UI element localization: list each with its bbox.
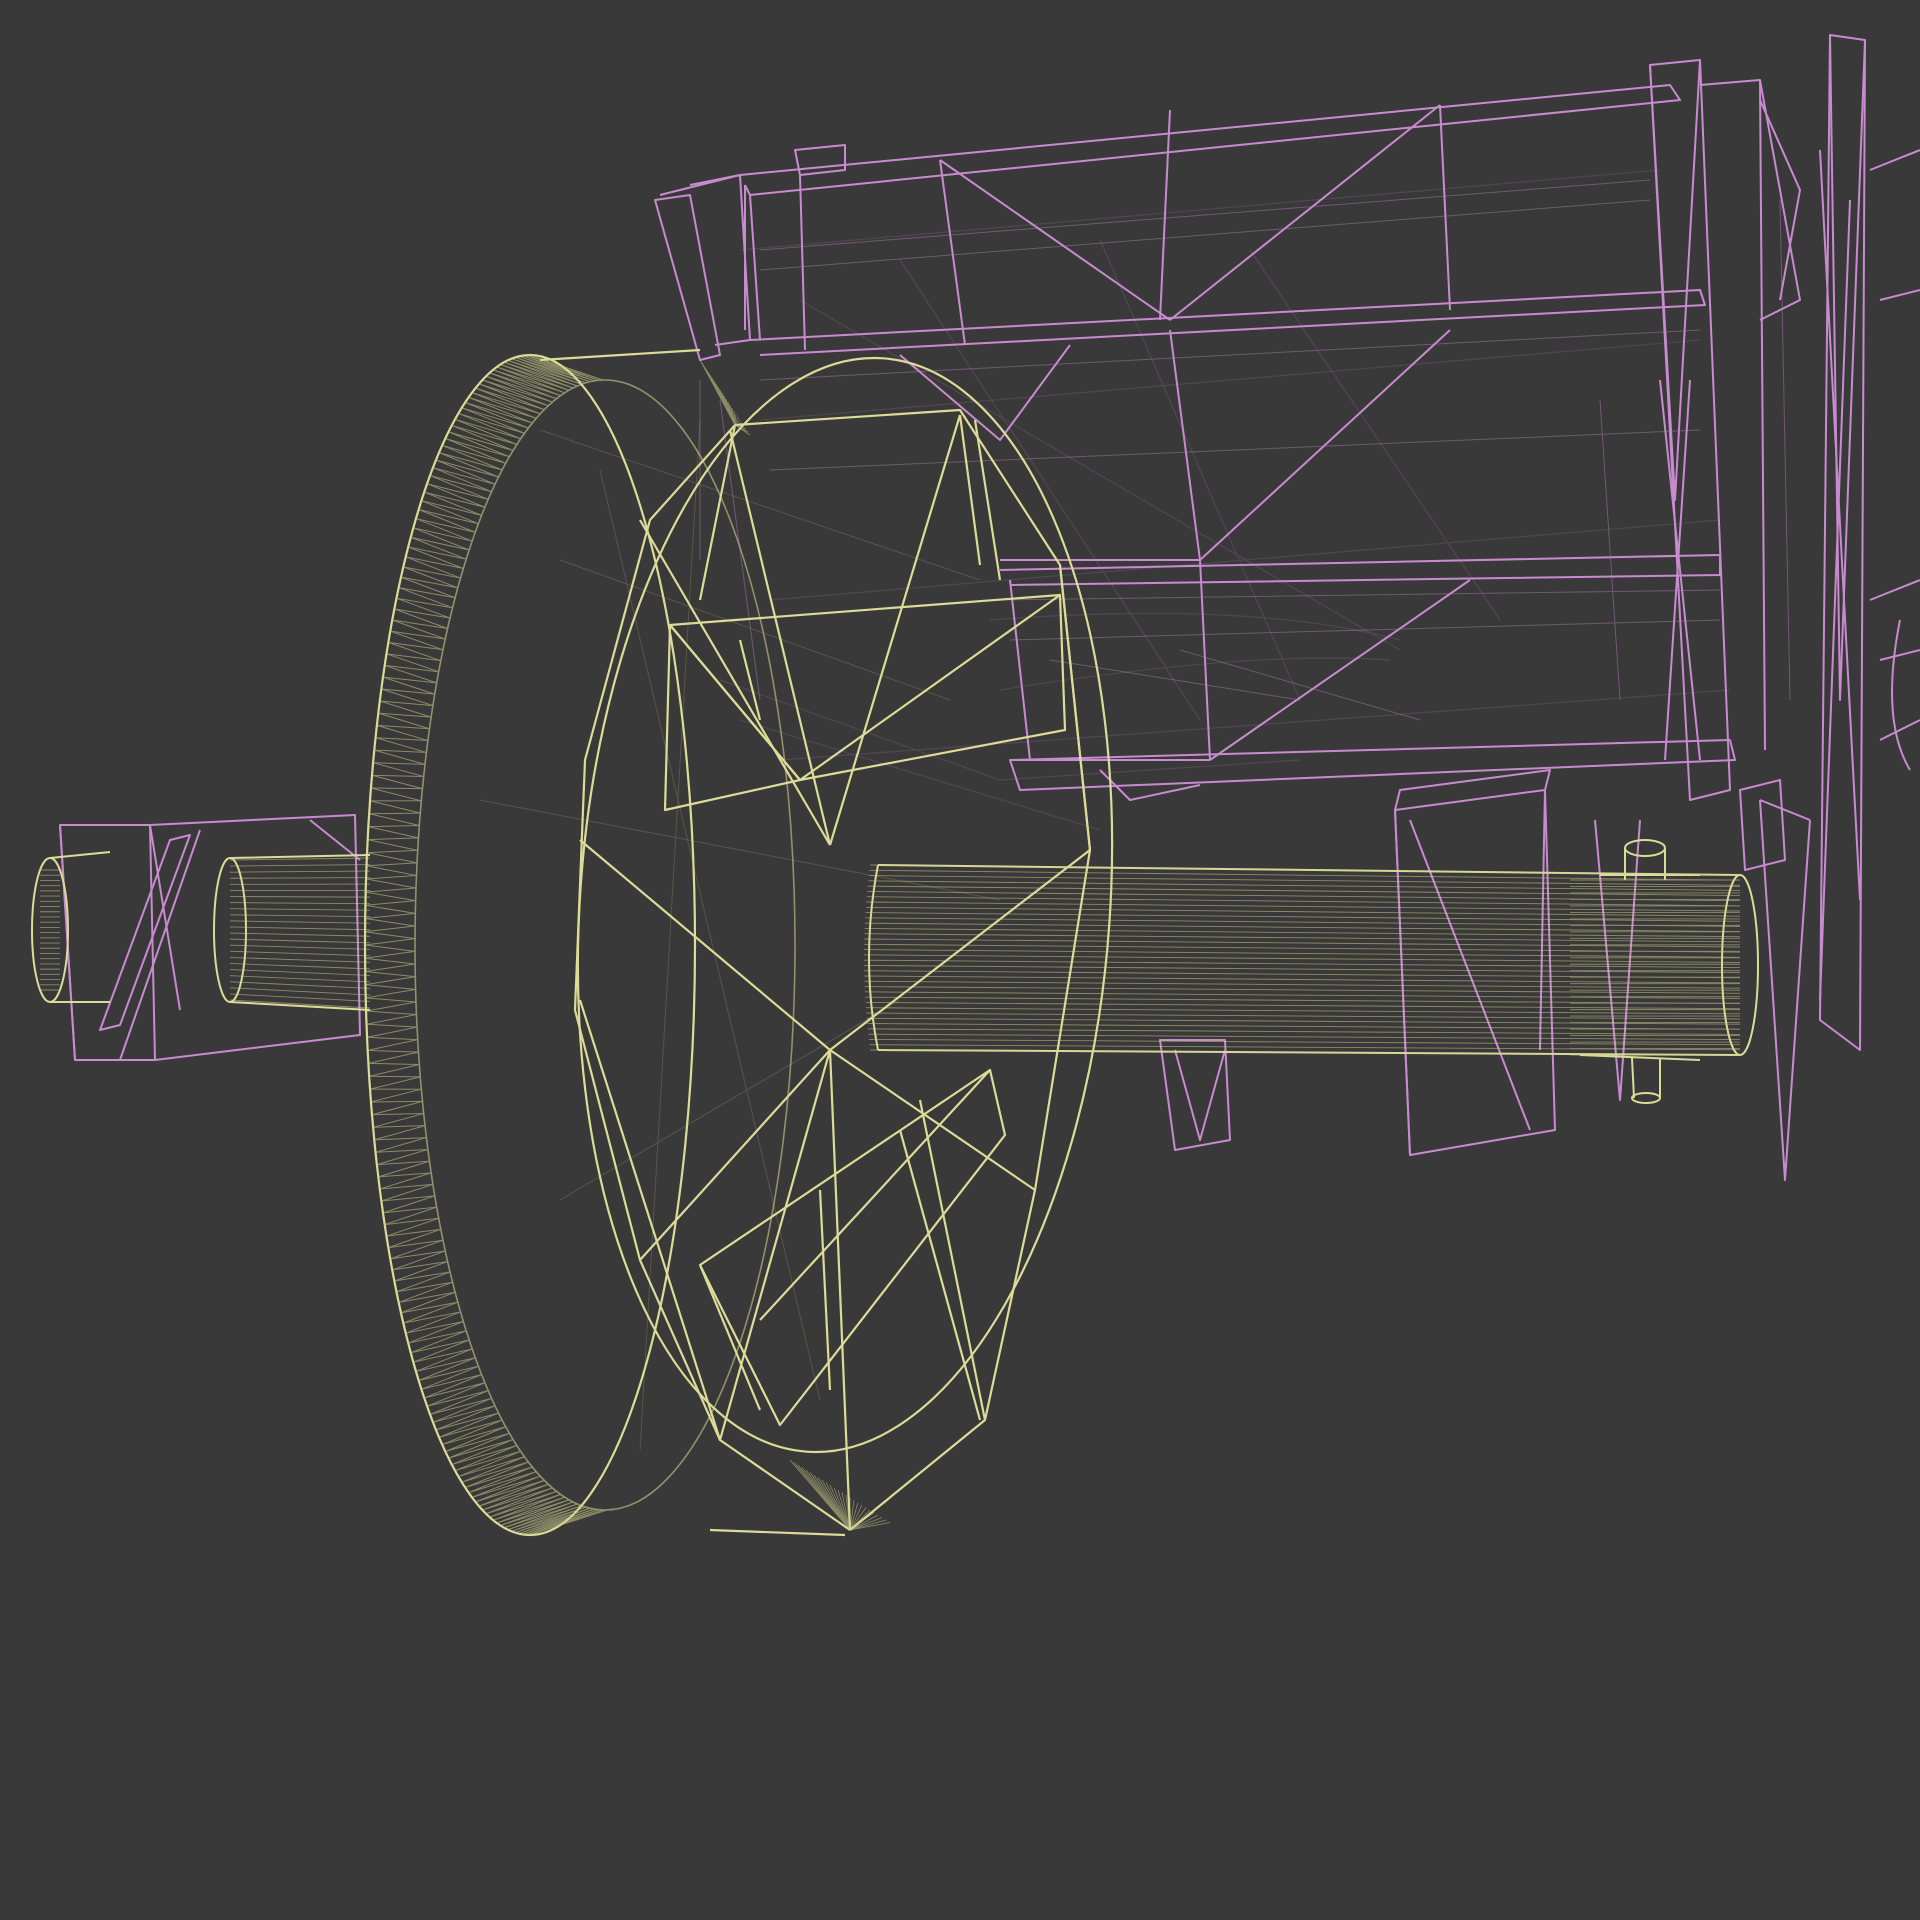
3d-viewport[interactable] xyxy=(0,0,1920,1920)
wireframe-scene xyxy=(31,34,1920,1537)
wheel-wireframe[interactable] xyxy=(363,340,1148,1537)
